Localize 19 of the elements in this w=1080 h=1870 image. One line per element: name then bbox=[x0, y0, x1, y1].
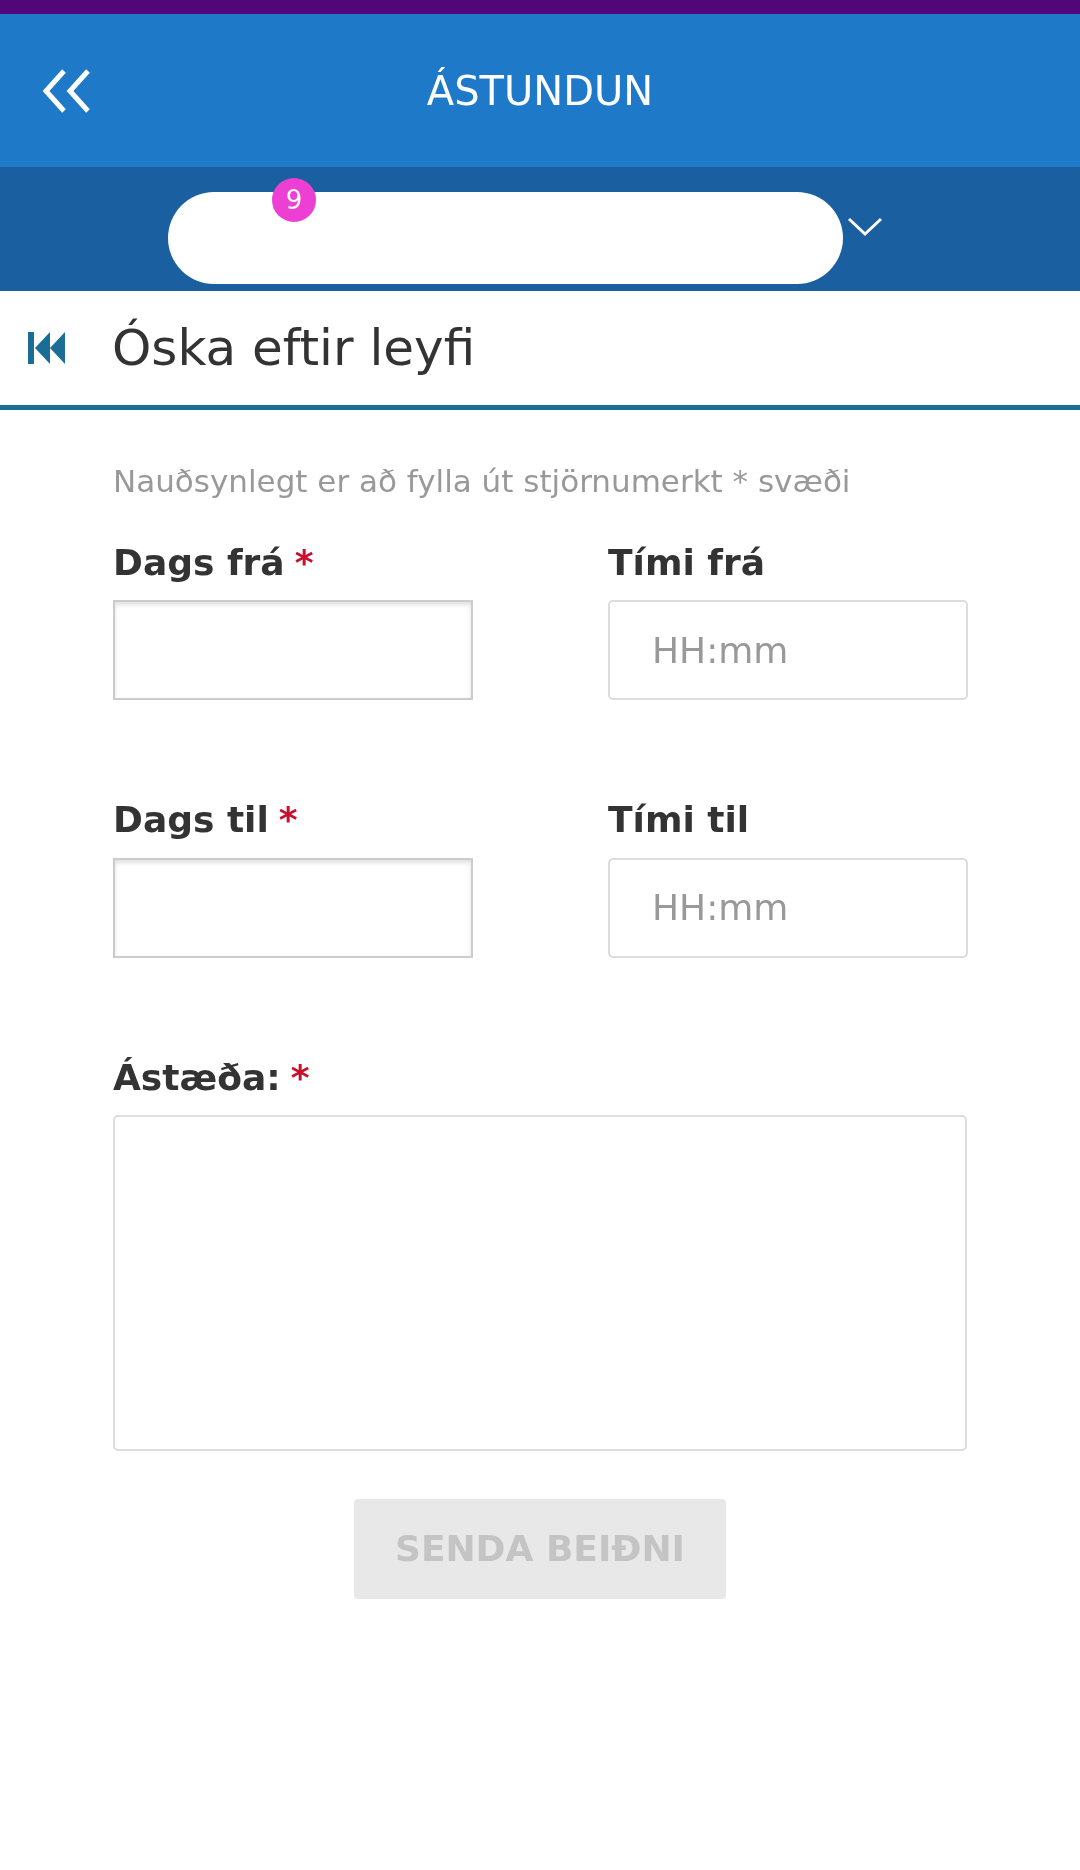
reason-field[interactable] bbox=[113, 1115, 967, 1452]
time-field[interactable]: HH:mm bbox=[608, 857, 968, 958]
page-title: Óska eftir leyfi bbox=[112, 317, 476, 379]
required-asterisk: * bbox=[278, 799, 298, 841]
required-asterisk: * bbox=[290, 1056, 310, 1098]
skip-back-icon[interactable] bbox=[26, 330, 66, 366]
hint-text: Nauðsynlegt er að fylla út stjörnumerkt * svæði bbox=[113, 462, 852, 501]
field-label: Tími til bbox=[608, 799, 750, 841]
field-label: Tími frá bbox=[608, 541, 765, 583]
field-label: Dags til bbox=[113, 799, 269, 841]
time-field[interactable]: HH:mm bbox=[608, 600, 968, 701]
required-asterisk: * bbox=[294, 541, 314, 583]
notification-badge: 9 bbox=[272, 178, 316, 222]
field-label: Ástæða: bbox=[113, 1056, 281, 1098]
date-field[interactable] bbox=[113, 857, 473, 958]
field-label: Dags frá bbox=[113, 541, 285, 583]
chevron-down-icon[interactable] bbox=[845, 215, 885, 239]
header-title: ÁSTUNDUN bbox=[426, 66, 654, 116]
date-field[interactable] bbox=[113, 600, 473, 701]
